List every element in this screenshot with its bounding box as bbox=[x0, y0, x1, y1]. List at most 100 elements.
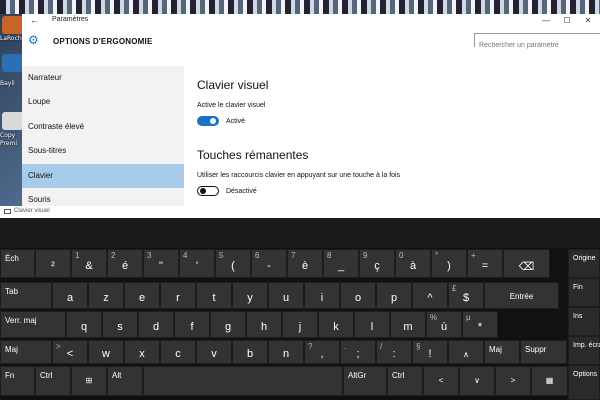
key-char: m bbox=[403, 320, 413, 333]
key-⊞[interactable]: ⊞ bbox=[71, 366, 107, 396]
sidebar-item-clavier[interactable]: Clavier bbox=[22, 164, 184, 188]
key-side-2[interactable]: Ins bbox=[568, 307, 600, 336]
key-'[interactable]: 4 ' bbox=[179, 249, 215, 278]
key-▦[interactable]: ▦ bbox=[531, 366, 568, 396]
key-side-1[interactable]: Fin bbox=[568, 278, 600, 307]
key-c[interactable]: c bbox=[160, 340, 196, 364]
sidebar-item-narrateur[interactable]: Narrateur bbox=[22, 66, 184, 90]
key-l[interactable]: l bbox=[354, 311, 390, 338]
key-^[interactable]: ^ bbox=[412, 282, 448, 309]
desktop-icon-3[interactable] bbox=[2, 112, 24, 130]
key-side-0[interactable]: Origine bbox=[568, 249, 600, 278]
key-AltGr[interactable]: AltGr bbox=[343, 366, 387, 396]
key-r[interactable]: r bbox=[160, 282, 196, 309]
key-)[interactable]: °) bbox=[431, 249, 467, 278]
sidebar-item-sous-titres[interactable]: Sous-titres bbox=[22, 139, 184, 163]
key-char: à bbox=[409, 259, 417, 272]
key-Entrée[interactable]: Entrée bbox=[484, 282, 559, 309]
minimize-button[interactable]: — bbox=[537, 14, 555, 28]
key-²[interactable]: ² bbox=[35, 249, 71, 278]
key-a[interactable]: a bbox=[52, 282, 88, 309]
key-char: u bbox=[282, 291, 290, 304]
key-x[interactable]: x bbox=[124, 340, 160, 364]
key-=[interactable]: + = bbox=[467, 249, 503, 278]
key-"[interactable]: 3 " bbox=[143, 249, 179, 278]
key-ç[interactable]: 9ç bbox=[359, 249, 395, 278]
touches-remanentes-toggle[interactable] bbox=[197, 186, 219, 196]
osk-title: Clavier visuel bbox=[14, 208, 50, 214]
sidebar-item-loupe[interactable]: Loupe bbox=[22, 90, 184, 114]
key-char: a bbox=[66, 291, 74, 304]
back-arrow-icon[interactable]: ← bbox=[30, 15, 39, 25]
key-g[interactable]: g bbox=[210, 311, 246, 338]
sidebar-item-contraste[interactable]: Contraste élevé bbox=[22, 115, 184, 139]
key-u[interactable]: u bbox=[268, 282, 304, 309]
key-Suppr[interactable]: Suppr bbox=[520, 340, 567, 364]
key-b[interactable]: b bbox=[232, 340, 268, 364]
key-label: Ins bbox=[573, 313, 583, 320]
toggle-state-label: Désactivé bbox=[226, 188, 257, 195]
key-Ctrl[interactable]: Ctrl bbox=[387, 366, 423, 396]
clavier-visuel-toggle[interactable] bbox=[197, 116, 219, 126]
key-*[interactable]: µ * bbox=[462, 311, 498, 338]
key-d[interactable]: d bbox=[138, 311, 174, 338]
key-n[interactable]: n bbox=[268, 340, 304, 364]
key-t[interactable]: t bbox=[196, 282, 232, 309]
key-<[interactable]: < bbox=[423, 366, 459, 396]
key-e[interactable]: e bbox=[124, 282, 160, 309]
key-è[interactable]: 7è bbox=[287, 249, 323, 278]
key-char: " bbox=[159, 259, 163, 272]
key-z[interactable]: z bbox=[88, 282, 124, 309]
search-box[interactable] bbox=[474, 33, 600, 52]
key-_[interactable]: 8 _ bbox=[323, 249, 359, 278]
maximize-button[interactable]: ☐ bbox=[558, 14, 576, 28]
key-s[interactable]: s bbox=[102, 311, 138, 338]
key-à[interactable]: 0à bbox=[395, 249, 431, 278]
key-ù[interactable]: % ù bbox=[426, 311, 462, 338]
key-j[interactable]: j bbox=[282, 311, 318, 338]
key-f[interactable]: f bbox=[174, 311, 210, 338]
key-:[interactable]: /: bbox=[376, 340, 412, 364]
key-q[interactable]: q bbox=[66, 311, 102, 338]
key->[interactable]: > bbox=[495, 366, 531, 396]
key-Ctrl[interactable]: Ctrl bbox=[35, 366, 71, 396]
key--[interactable]: 6- bbox=[251, 249, 287, 278]
key-side-4[interactable]: Options bbox=[568, 365, 600, 400]
key-⌫[interactable]: ⌫ bbox=[503, 249, 550, 278]
key-o[interactable]: o bbox=[340, 282, 376, 309]
key-side-3[interactable]: Imp. écra bbox=[568, 336, 600, 365]
key-label: ∨ bbox=[474, 376, 480, 385]
key-&[interactable]: 1 & bbox=[71, 249, 107, 278]
key-label: Maj bbox=[489, 345, 502, 354]
window-title: Paramètres bbox=[52, 16, 89, 23]
key-Maj[interactable]: Maj bbox=[484, 340, 520, 364]
key-é[interactable]: 2é bbox=[107, 249, 143, 278]
key-$[interactable]: £ $ bbox=[448, 282, 484, 309]
key-;[interactable]: .; bbox=[340, 340, 376, 364]
desktop-icon-1[interactable] bbox=[2, 16, 24, 34]
key-i[interactable]: i bbox=[304, 282, 340, 309]
key-Éch[interactable]: Éch bbox=[0, 249, 35, 278]
key-∨[interactable]: ∨ bbox=[459, 366, 495, 396]
key-v[interactable]: v bbox=[196, 340, 232, 364]
key-y[interactable]: y bbox=[232, 282, 268, 309]
key-m[interactable]: m bbox=[390, 311, 426, 338]
key-space[interactable] bbox=[143, 366, 343, 396]
key-Tab[interactable]: Tab bbox=[0, 282, 52, 309]
key-Verr. maj[interactable]: Verr. maj bbox=[0, 311, 66, 338]
key-k[interactable]: k bbox=[318, 311, 354, 338]
key-,[interactable]: ?, bbox=[304, 340, 340, 364]
key-w[interactable]: w bbox=[88, 340, 124, 364]
search-input[interactable] bbox=[475, 39, 600, 52]
key-<[interactable]: > < bbox=[52, 340, 88, 364]
key-Fn[interactable]: Fn bbox=[0, 366, 35, 396]
key-Alt[interactable]: Alt bbox=[107, 366, 143, 396]
key-p[interactable]: p bbox=[376, 282, 412, 309]
key-![interactable]: §! bbox=[412, 340, 448, 364]
key-∧[interactable]: ∧ bbox=[448, 340, 484, 364]
key-Maj[interactable]: Maj bbox=[0, 340, 52, 364]
key-([interactable]: 5( bbox=[215, 249, 251, 278]
close-button[interactable]: ✕ bbox=[579, 14, 597, 28]
desktop-icon-2[interactable] bbox=[2, 54, 24, 72]
key-h[interactable]: h bbox=[246, 311, 282, 338]
